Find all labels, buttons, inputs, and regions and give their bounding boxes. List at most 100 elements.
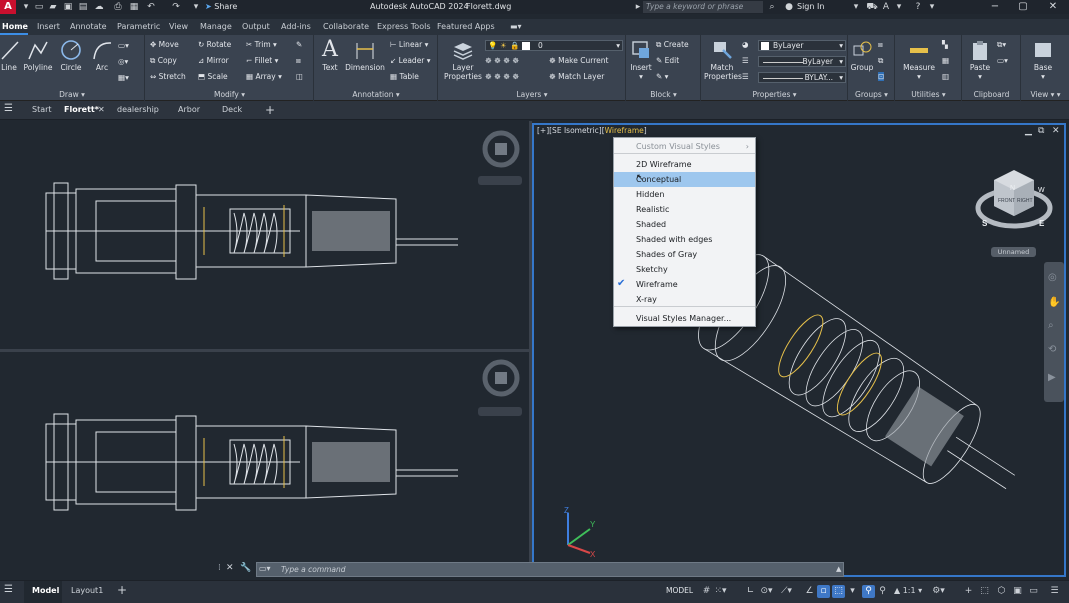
- model-space-button[interactable]: MODEL: [666, 586, 693, 595]
- menu-item-sketchy[interactable]: Sketchy: [614, 262, 755, 277]
- steering-wheel-icon[interactable]: ◎: [1048, 272, 1057, 283]
- base-button[interactable]: Base ▾: [1028, 39, 1058, 81]
- ortho-icon[interactable]: ∟: [744, 585, 757, 598]
- lineweight-dropdown[interactable]: ByLayer ▾: [758, 56, 846, 67]
- dropdown-icon[interactable]: ▾: [190, 1, 202, 13]
- dropdown-icon[interactable]: ▾: [893, 1, 905, 13]
- dropdown-icon[interactable]: ▾: [926, 1, 938, 13]
- annotation-panel-title[interactable]: Annotation ▾: [315, 90, 437, 99]
- doc-tab-deck[interactable]: Deck: [222, 105, 242, 114]
- visual-style-control[interactable]: Wireframe: [605, 126, 644, 135]
- plus-icon[interactable]: +: [962, 585, 975, 598]
- menu-item-hidden[interactable]: Hidden: [614, 187, 755, 202]
- utilities-panel-title[interactable]: Utilities ▾: [896, 90, 961, 99]
- tab-view[interactable]: View: [169, 22, 188, 31]
- command-history-icon[interactable]: ▭▾: [259, 564, 271, 573]
- make-current-button[interactable]: ☸ Make Current: [549, 56, 608, 65]
- lineweight-icon[interactable]: ☰: [742, 56, 749, 65]
- share-button[interactable]: ➤ Share: [205, 2, 237, 11]
- text-button[interactable]: A Text: [318, 39, 342, 73]
- ucs-name-pill[interactable]: Unnamed: [991, 247, 1036, 257]
- clean-screen-icon[interactable]: ▣: [1011, 585, 1024, 598]
- viewcube-right-face[interactable]: RIGHT: [1017, 198, 1033, 204]
- undo-icon[interactable]: ↶: [145, 1, 157, 13]
- restore-viewport-icon[interactable]: ⧉: [1038, 126, 1044, 136]
- tab-layout1[interactable]: Layout1: [71, 586, 103, 595]
- tab-insert[interactable]: Insert: [37, 22, 60, 31]
- object-snap-tracking-icon[interactable]: ∠: [803, 585, 816, 598]
- command-input[interactable]: Type a command: [256, 562, 844, 577]
- edit-block-button[interactable]: ✎ Edit: [656, 56, 679, 65]
- tab-add-ins[interactable]: Add-ins: [281, 22, 311, 31]
- group-edit-icon[interactable]: ⧉: [878, 56, 883, 66]
- tab-annotate[interactable]: Annotate: [70, 22, 107, 31]
- sign-in-link[interactable]: Sign In: [797, 2, 824, 11]
- copy-button[interactable]: ⧉ Copy: [150, 56, 177, 66]
- view-label-pill[interactable]: [478, 407, 522, 416]
- stretch-button[interactable]: ⇔ Stretch: [150, 72, 186, 81]
- table-grid-icon[interactable]: ▦▾: [118, 73, 129, 82]
- fillet-button[interactable]: ⌐ Fillet ▾: [246, 56, 278, 65]
- viewcube-front-face[interactable]: FRONT: [998, 198, 1015, 204]
- copy-clip-icon[interactable]: ⧉▾: [997, 40, 1006, 50]
- menu-icon[interactable]: ☰: [4, 584, 13, 595]
- doc-tab-start[interactable]: Start: [32, 105, 52, 114]
- menu-item-shaded[interactable]: Shaded: [614, 217, 755, 232]
- viewcube-mini-bottom[interactable]: [479, 356, 525, 402]
- block-attributes-icon[interactable]: ✎ ▾: [656, 72, 668, 81]
- group-button[interactable]: Group: [850, 39, 874, 72]
- grid-icon[interactable]: #: [700, 585, 713, 598]
- leader-button[interactable]: ↙ Leader ▾: [390, 56, 431, 65]
- menu-item-2d-wireframe[interactable]: 2D Wireframe: [614, 157, 755, 172]
- array-button[interactable]: ▦ Array ▾: [246, 72, 282, 81]
- offset-icon[interactable]: ◫: [296, 72, 303, 81]
- viewport-bottom-left[interactable]: [0, 352, 529, 562]
- dropdown-icon[interactable]: ▾: [20, 1, 32, 13]
- view-label-pill[interactable]: [478, 176, 522, 185]
- menu-header-custom-visual-styles[interactable]: Custom Visual Styles ›: [614, 139, 755, 154]
- move-button[interactable]: ✥ Move: [150, 40, 179, 49]
- orbit-icon[interactable]: ⟲: [1048, 344, 1056, 355]
- draw-panel-title[interactable]: Draw ▾: [0, 90, 144, 99]
- auto-scale-icon[interactable]: ⚲: [876, 585, 889, 598]
- tab-parametric[interactable]: Parametric: [117, 22, 160, 31]
- add-layout-icon[interactable]: +: [117, 583, 127, 597]
- autodesk-a360-icon[interactable]: A: [880, 1, 892, 13]
- minimize-viewport-icon[interactable]: ▁: [1025, 126, 1032, 136]
- layer-tools-row1[interactable]: ☸ ☸ ☸ ☸: [485, 56, 519, 65]
- autocad-logo[interactable]: A: [0, 0, 16, 14]
- properties-panel-title[interactable]: Properties ▾: [702, 90, 847, 99]
- groups-panel-title[interactable]: Groups ▾: [849, 90, 894, 99]
- doc-tab-dealership[interactable]: dealership: [117, 105, 159, 114]
- tab-collaborate[interactable]: Collaborate: [323, 22, 369, 31]
- compass-north[interactable]: N: [1010, 185, 1015, 192]
- calculator-icon[interactable]: ▦: [942, 56, 949, 65]
- color-dropdown[interactable]: ByLayer ▾: [758, 40, 846, 51]
- dynamic-ucs-icon[interactable]: ⬚: [832, 585, 845, 598]
- close-button[interactable]: ✕: [1039, 0, 1067, 14]
- modify-panel-title[interactable]: Modify ▾: [146, 90, 313, 99]
- create-block-button[interactable]: ⧉ Create: [656, 40, 689, 50]
- menu-item-shaded-with-edges[interactable]: Shaded with edges: [614, 232, 755, 247]
- search-input[interactable]: Type a keyword or phrase: [643, 1, 763, 13]
- pan-icon[interactable]: ✋: [1048, 297, 1060, 308]
- clipboard-panel-title[interactable]: Clipboard: [963, 90, 1020, 99]
- tab-express-tools[interactable]: Express Tools: [377, 22, 431, 31]
- close-viewport-icon[interactable]: ✕: [1052, 126, 1060, 136]
- close-icon[interactable]: ✕: [98, 105, 105, 114]
- mirror-button[interactable]: ⊿ Mirror: [198, 56, 229, 65]
- menu-item-shades-of-gray[interactable]: Shades of Gray: [614, 247, 755, 262]
- linetype-icon[interactable]: ☰: [742, 72, 749, 81]
- match-layer-button[interactable]: ☸ Match Layer: [549, 72, 604, 81]
- arc-button[interactable]: Arc: [90, 39, 114, 72]
- menu-item-realistic[interactable]: Realistic: [614, 202, 755, 217]
- cart-icon[interactable]: ⛟: [866, 1, 878, 13]
- isodraft-icon[interactable]: ⟋▾: [780, 585, 793, 598]
- compass-east[interactable]: E: [1039, 219, 1045, 228]
- color-wheel-icon[interactable]: ◕: [742, 40, 749, 49]
- menu-item-x-ray[interactable]: X-ray: [614, 292, 755, 307]
- object-snap-icon[interactable]: ▫: [817, 585, 830, 598]
- ribbon-options-icon[interactable]: ▬▾: [510, 22, 522, 31]
- scale-button[interactable]: ⬒ Scale: [198, 72, 228, 81]
- layer-dropdown[interactable]: 💡 ☀ 🔒 0 ▾: [485, 40, 623, 51]
